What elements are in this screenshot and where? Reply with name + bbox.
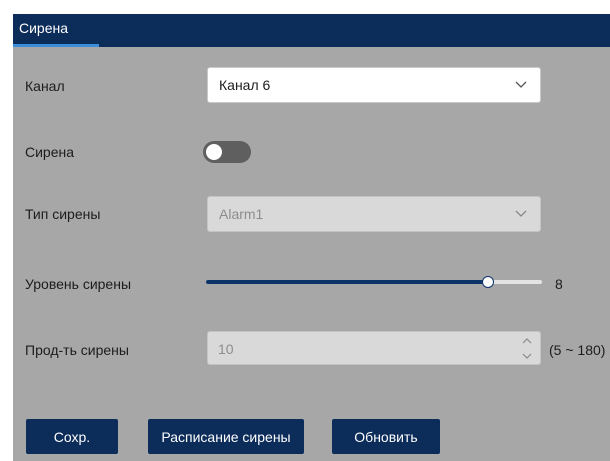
slider-fill	[206, 280, 489, 284]
tab-siren-label: Сирена	[19, 20, 69, 36]
refresh-button[interactable]: Обновить	[332, 419, 440, 454]
slider-thumb[interactable]	[482, 276, 495, 288]
siren-duration-stepper[interactable]	[207, 331, 541, 366]
siren-duration-label: Прод-ть сирены	[25, 342, 129, 358]
siren-type-select[interactable]: Alarm1	[207, 196, 541, 232]
channel-select[interactable]: Канал 6	[207, 67, 541, 103]
siren-type-select-value: Alarm1	[219, 206, 264, 222]
tab-siren[interactable]: Сирена	[13, 14, 99, 47]
chevron-down-icon	[515, 81, 527, 88]
siren-toggle-knob	[206, 144, 222, 160]
chevron-down-icon[interactable]	[520, 350, 534, 362]
siren-settings-panel: Сирена Канал Канал 6 Сирена Тип сирены A…	[13, 14, 610, 461]
siren-level-value: 8	[555, 276, 563, 292]
siren-duration-input[interactable]	[208, 332, 510, 366]
siren-duration-range-hint: (5 ~ 180)	[549, 342, 606, 358]
siren-toggle[interactable]	[203, 141, 251, 163]
siren-type-label: Тип сирены	[25, 206, 101, 222]
channel-select-value: Канал 6	[219, 77, 271, 93]
siren-label: Сирена	[25, 144, 75, 160]
save-button[interactable]: Сохр.	[26, 419, 118, 454]
tab-bar: Сирена	[13, 14, 610, 47]
chevron-up-icon[interactable]	[520, 335, 534, 347]
siren-level-slider[interactable]	[206, 276, 542, 288]
channel-label: Канал	[25, 78, 65, 94]
siren-schedule-button[interactable]: Расписание сирены	[148, 419, 304, 454]
chevron-down-icon	[515, 210, 527, 217]
siren-level-label: Уровень сирены	[25, 276, 132, 292]
tab-active-indicator	[13, 44, 99, 47]
